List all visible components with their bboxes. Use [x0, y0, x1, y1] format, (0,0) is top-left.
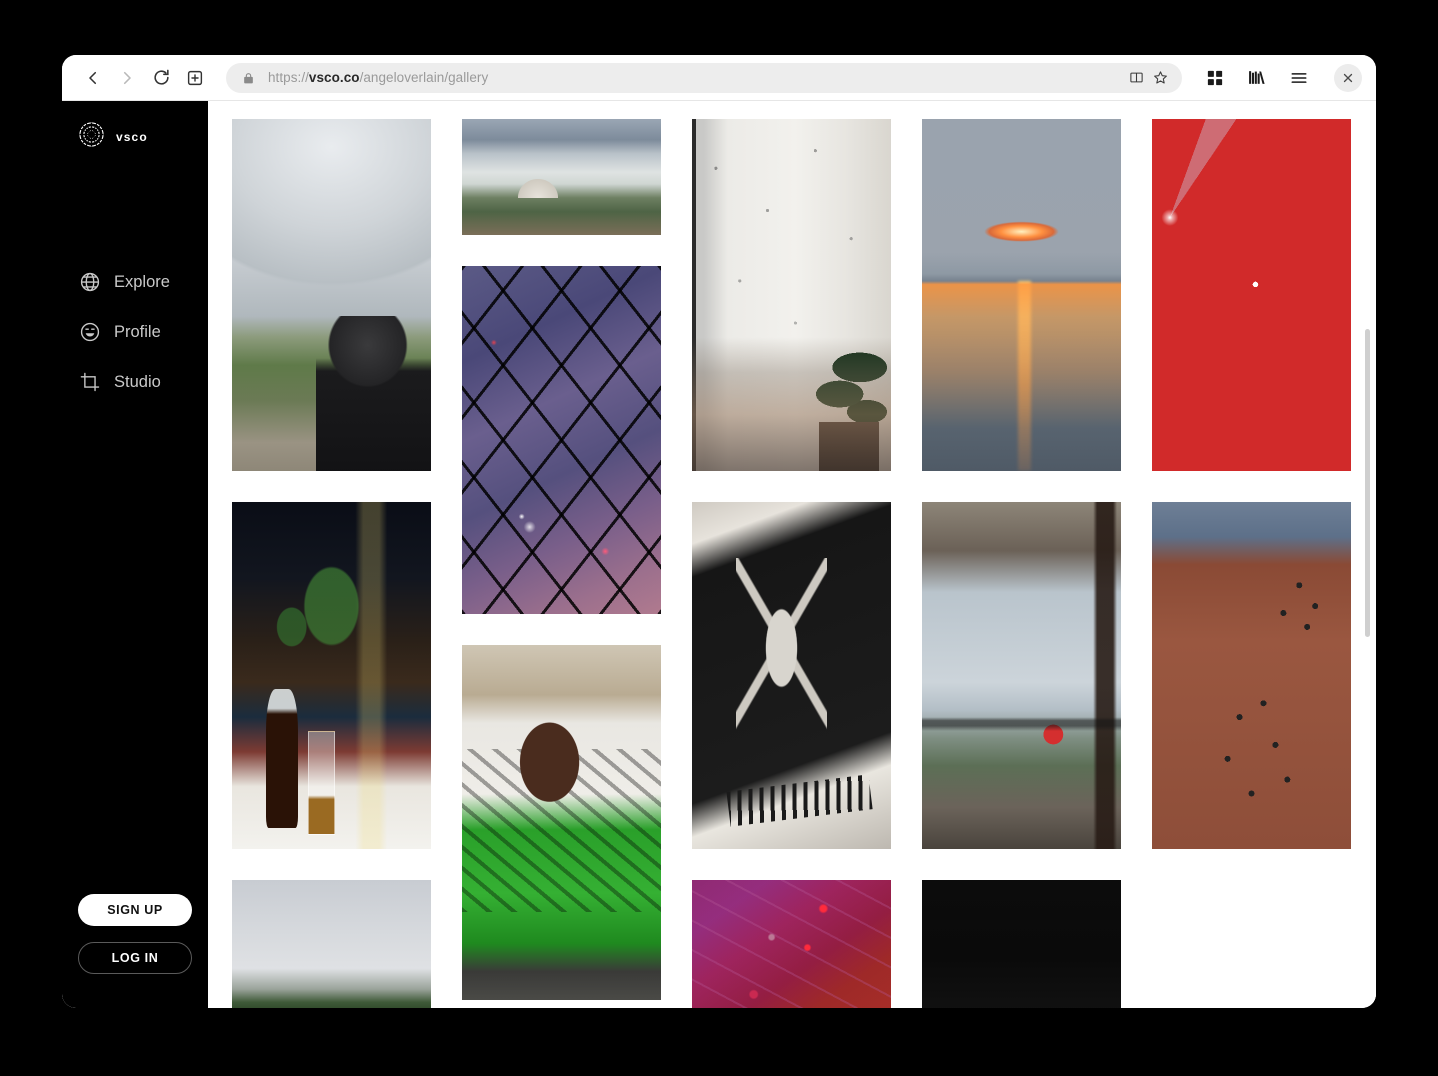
- photo-image: [922, 119, 1121, 471]
- photo-image: [922, 502, 1121, 849]
- lock-icon: [238, 68, 258, 88]
- url-text: https://vsco.co/angeloverlain/gallery: [268, 70, 489, 85]
- vertical-scrollbar[interactable]: [1362, 101, 1372, 1008]
- gallery-column: [232, 119, 431, 1008]
- sidebar-item-studio[interactable]: Studio: [62, 357, 208, 407]
- library-button[interactable]: [1244, 65, 1270, 91]
- photo-tile-handmade-doll-kitenge[interactable]: [462, 645, 661, 1000]
- photo-tile-night-street-walker[interactable]: [1152, 119, 1351, 471]
- photo-image: [462, 266, 661, 614]
- reload-icon: [153, 69, 169, 85]
- vsco-aperture-glyph: [79, 122, 104, 147]
- globe-glyph: [80, 272, 100, 292]
- photo-image: [232, 880, 431, 1008]
- smiley-glyph: [80, 322, 100, 342]
- gallery-column: [692, 119, 891, 1008]
- sidebar: vsco Explore Profile Studio SIGN UP LOG …: [62, 101, 208, 1008]
- gallery-column: [922, 119, 1121, 1008]
- drinking-glass: [307, 731, 336, 836]
- star-glyph: [1153, 71, 1167, 84]
- menu-button[interactable]: [1286, 65, 1312, 91]
- crop-glyph: [80, 372, 100, 392]
- sidebar-item-explore[interactable]: Explore: [62, 257, 208, 307]
- photo-tile-night-cafe-table[interactable]: [232, 502, 431, 849]
- auth-actions: SIGN UP LOG IN: [78, 894, 192, 974]
- photo-image: [1152, 119, 1351, 471]
- smiley-icon: [78, 320, 102, 344]
- plant-leaves: [795, 323, 888, 471]
- photo-image: [462, 119, 661, 235]
- library-books-icon: [1249, 71, 1265, 84]
- scrollbar-thumb[interactable]: [1365, 329, 1370, 637]
- forward-button[interactable]: [110, 61, 144, 95]
- url-bar[interactable]: https://vsco.co/angeloverlain/gallery: [226, 62, 1182, 93]
- photo-tile-neon-night-lights[interactable]: [692, 880, 891, 1008]
- bookmark-star-icon[interactable]: [1150, 68, 1170, 88]
- sidebar-item-label: Explore: [114, 272, 170, 291]
- sidebar-item-profile[interactable]: Profile: [62, 307, 208, 357]
- chevron-right-icon: [123, 71, 131, 84]
- ubutwari-caption: [726, 774, 873, 827]
- photo-tile-kigali-skyline-convention-centre[interactable]: [462, 119, 661, 235]
- gallery-column: [462, 119, 661, 1008]
- brand[interactable]: vsco: [62, 101, 208, 153]
- photo-tile-rain-diamond-window[interactable]: [462, 266, 661, 614]
- photo-tile-frozen-yogurt-chocolate-chips[interactable]: [1152, 502, 1351, 849]
- brand-label: vsco: [116, 130, 148, 144]
- photo-image: [692, 502, 891, 849]
- plus-square-icon: [187, 70, 203, 85]
- photo-gallery-grid: [208, 101, 1376, 1008]
- sign-up-button[interactable]: SIGN UP: [78, 894, 192, 926]
- log-in-button[interactable]: LOG IN: [78, 942, 192, 974]
- close-icon: [1343, 73, 1353, 82]
- browser-window: https://vsco.co/angeloverlain/gallery vs…: [62, 55, 1376, 1008]
- sidebar-item-label: Studio: [114, 372, 161, 391]
- gallery-column: [1152, 119, 1351, 1008]
- plant-pot: [819, 421, 880, 471]
- photo-tile-cyclist-overlooking-kigali[interactable]: [232, 119, 431, 471]
- sidebar-nav: Explore Profile Studio: [62, 257, 208, 407]
- gallery-scroll-area[interactable]: [208, 101, 1376, 1008]
- toolbar-right-actions: [1198, 63, 1362, 92]
- reload-button[interactable]: [144, 61, 178, 95]
- browser-toolbar: https://vsco.co/angeloverlain/gallery: [62, 55, 1376, 101]
- photo-tile-sunset-over-lake[interactable]: [922, 119, 1121, 471]
- back-button[interactable]: [76, 61, 110, 95]
- reader-glyph: [1129, 72, 1143, 83]
- cola-bottle: [265, 689, 298, 829]
- photo-tile-dark-night-frame[interactable]: [922, 880, 1121, 1008]
- chevron-left-icon: [89, 71, 97, 84]
- photo-tile-rainy-window-plant[interactable]: [692, 119, 891, 471]
- photo-image: [692, 880, 891, 1008]
- photo-image: [232, 119, 431, 471]
- tab-overview-button[interactable]: [1202, 65, 1228, 91]
- crop-frame-icon: [78, 370, 102, 394]
- photo-image: [922, 880, 1121, 1008]
- grid-icon: [1207, 70, 1223, 85]
- reader-view-icon[interactable]: [1126, 68, 1146, 88]
- sun-reflection: [1017, 280, 1032, 471]
- photo-image: [462, 645, 661, 1000]
- walking-person: [1255, 316, 1304, 471]
- photo-image: [232, 502, 431, 849]
- photo-tile-lake-view-from-balcony[interactable]: [922, 502, 1121, 849]
- hamburger-icon: [1291, 72, 1307, 83]
- photo-tile-cloudy-sky-trees[interactable]: [232, 880, 431, 1008]
- photo-tile-ubutwari-framed-artwork[interactable]: [692, 502, 891, 849]
- page-content: vsco Explore Profile Studio SIGN UP LOG …: [62, 101, 1376, 1008]
- photo-image: [692, 119, 891, 471]
- globe-icon: [78, 270, 102, 294]
- sidebar-item-label: Profile: [114, 322, 161, 341]
- lock-glyph: [243, 72, 253, 83]
- new-tab-button[interactable]: [178, 61, 212, 95]
- chocolate-chips: [1152, 502, 1351, 849]
- close-window-button[interactable]: [1334, 63, 1362, 92]
- photo-image: [1152, 502, 1351, 849]
- vsco-logo-icon: [78, 121, 105, 153]
